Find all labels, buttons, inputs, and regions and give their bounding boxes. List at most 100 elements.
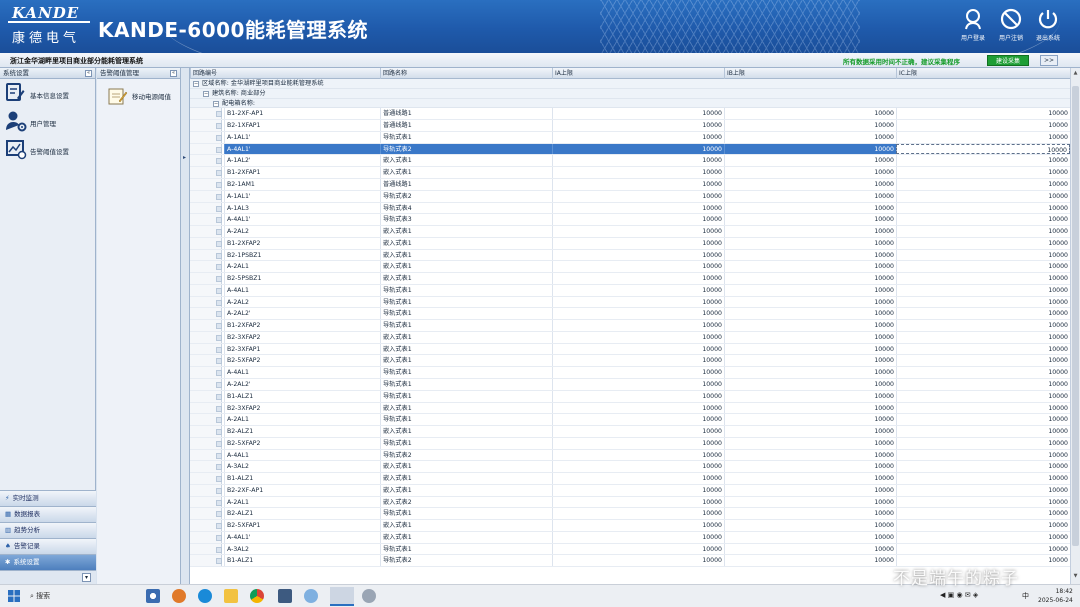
cell-ia-limit[interactable]: 10000 (552, 120, 724, 131)
cell-ia-limit[interactable]: 10000 (552, 473, 724, 484)
cell-ia-limit[interactable]: 10000 (552, 190, 724, 202)
cell-ib-limit[interactable]: 10000 (724, 508, 896, 520)
cell-ic-limit[interactable]: 10000 (896, 484, 1070, 496)
cell-ic-limit[interactable]: 10000 (896, 543, 1070, 555)
cell-ic-limit[interactable]: 10000 (896, 449, 1070, 461)
module-system-settings[interactable]: ✱ 系统设置 (0, 554, 96, 570)
start-collection-button[interactable]: 建设采集 (987, 55, 1029, 66)
cell-ic-limit[interactable]: 10000 (896, 202, 1070, 214)
app-window-icon[interactable] (278, 589, 292, 603)
table-row[interactable]: B2-1PSBZ1 嵌入式表1 10000 10000 10000 (190, 249, 1070, 262)
cell-ib-limit[interactable]: 10000 (724, 226, 896, 237)
cell-ic-limit[interactable]: 10000 (896, 320, 1070, 331)
table-row[interactable]: A-4AL1' 导轨式表3 10000 10000 10000 (190, 214, 1070, 227)
cell-ic-limit[interactable]: 10000 (896, 120, 1070, 131)
table-row[interactable]: A-3AL2 导轨式表1 10000 10000 10000 (190, 543, 1070, 556)
nav-item-alarm-threshold[interactable]: 告警阈值设置 (0, 135, 95, 163)
tool-app-icon[interactable] (362, 589, 376, 603)
group-row-box[interactable]: − 配电箱名称: (190, 98, 1070, 109)
user-logout-button[interactable]: 用户注销 (994, 8, 1028, 48)
table-row[interactable]: A-2AL1 嵌入式表1 10000 10000 10000 (190, 261, 1070, 274)
windows-start-icon[interactable] (8, 590, 20, 602)
cell-ic-limit[interactable]: 10000 (896, 367, 1070, 378)
scrollbar-thumb[interactable] (1072, 86, 1079, 546)
cell-ia-limit[interactable]: 10000 (552, 108, 724, 120)
cell-ic-limit[interactable]: 10000 (896, 355, 1070, 367)
cell-ia-limit[interactable]: 10000 (552, 531, 724, 543)
cell-ib-limit[interactable]: 10000 (724, 143, 896, 155)
cell-ib-limit[interactable]: 10000 (724, 484, 896, 496)
panel-splitter[interactable]: ▸ (181, 68, 190, 584)
table-row[interactable]: B2-3XFAP2 嵌入式表1 10000 10000 10000 (190, 402, 1070, 415)
file-explorer-icon[interactable] (224, 589, 238, 603)
table-row[interactable]: A-2AL1 导轨式表1 10000 10000 10000 (190, 414, 1070, 427)
cell-ia-limit[interactable]: 10000 (552, 320, 724, 331)
cell-ia-limit[interactable]: 10000 (552, 355, 724, 367)
cell-ia-limit[interactable]: 10000 (552, 331, 724, 343)
cell-ib-limit[interactable]: 10000 (724, 320, 896, 331)
table-row[interactable]: A-2AL2 嵌入式表1 10000 10000 10000 (190, 226, 1070, 238)
chrome-browser-icon[interactable] (250, 589, 264, 603)
cell-ic-limit[interactable]: 10000 (896, 143, 1070, 155)
cell-ib-limit[interactable]: 10000 (724, 202, 896, 214)
active-kande-app-icon[interactable] (330, 587, 354, 606)
cell-ia-limit[interactable]: 10000 (552, 484, 724, 496)
cell-ia-limit[interactable]: 10000 (552, 273, 724, 284)
table-row[interactable]: B2-5PSBZ1 嵌入式表1 10000 10000 10000 (190, 273, 1070, 285)
table-row[interactable]: A-1AL1' 导轨式表2 10000 10000 10000 (190, 190, 1070, 203)
group-toggle-icon[interactable]: − (203, 90, 209, 97)
col-header-circuit-id[interactable]: 回路编号 (190, 68, 380, 79)
cell-ib-limit[interactable]: 10000 (724, 473, 896, 484)
cell-ia-limit[interactable]: 10000 (552, 308, 724, 320)
exit-system-button[interactable]: 退出系统 (1031, 8, 1065, 48)
table-row[interactable]: A-3AL2 嵌入式表1 10000 10000 10000 (190, 461, 1070, 474)
cell-ia-limit[interactable]: 10000 (552, 202, 724, 214)
cell-ic-limit[interactable]: 10000 (896, 414, 1070, 426)
cell-ib-limit[interactable]: 10000 (724, 531, 896, 543)
cell-ib-limit[interactable]: 10000 (724, 414, 896, 426)
col-header-ia-limit[interactable]: IA上限 (552, 68, 724, 79)
cell-ia-limit[interactable]: 10000 (552, 414, 724, 426)
cell-ia-limit[interactable]: 10000 (552, 296, 724, 308)
table-row[interactable]: B2-1AM1 普通线路1 10000 10000 10000 (190, 178, 1070, 191)
cell-ib-limit[interactable]: 10000 (724, 120, 896, 131)
cell-ic-limit[interactable]: 10000 (896, 167, 1070, 178)
table-row[interactable]: B2-2XF-AP1 嵌入式表1 10000 10000 10000 (190, 484, 1070, 497)
cell-ib-limit[interactable]: 10000 (724, 426, 896, 437)
cell-ic-limit[interactable]: 10000 (896, 508, 1070, 520)
collapse-left-panel-button[interactable]: « (85, 70, 92, 77)
cell-ia-limit[interactable]: 10000 (552, 214, 724, 226)
cell-ia-limit[interactable]: 10000 (552, 367, 724, 378)
cell-ia-limit[interactable]: 10000 (552, 508, 724, 520)
table-row[interactable]: B2-1XFAP1 普通线路1 10000 10000 10000 (190, 120, 1070, 132)
table-row[interactable]: A-2AL2 导轨式表1 10000 10000 10000 (190, 296, 1070, 309)
cell-ia-limit[interactable]: 10000 (552, 437, 724, 449)
cell-ib-limit[interactable]: 10000 (724, 284, 896, 296)
cell-ic-limit[interactable]: 10000 (896, 190, 1070, 202)
cell-ib-limit[interactable]: 10000 (724, 437, 896, 449)
group-toggle-icon[interactable]: − (213, 100, 219, 107)
expand-button[interactable]: >> (1040, 55, 1058, 66)
cell-ic-limit[interactable]: 10000 (896, 296, 1070, 308)
cell-ib-limit[interactable]: 10000 (724, 249, 896, 261)
cell-ib-limit[interactable]: 10000 (724, 379, 896, 390)
cell-ia-limit[interactable]: 10000 (552, 520, 724, 531)
tray-icons[interactable]: ◀ ▣ ◉ ✉ ◈ (940, 591, 978, 599)
cell-ib-limit[interactable]: 10000 (724, 449, 896, 461)
cell-ic-limit[interactable]: 10000 (896, 496, 1070, 508)
table-row[interactable]: B2-3XFAP1 嵌入式表1 10000 10000 10000 (190, 343, 1070, 356)
cell-ib-limit[interactable]: 10000 (724, 261, 896, 273)
table-row[interactable]: B2-5XFAP1 嵌入式表1 10000 10000 10000 (190, 520, 1070, 532)
table-row[interactable]: B1-2XFAP2 嵌入式表1 10000 10000 10000 (190, 237, 1070, 250)
table-row[interactable]: A-1AL2' 嵌入式表1 10000 10000 10000 (190, 155, 1070, 168)
cell-ib-limit[interactable]: 10000 (724, 390, 896, 402)
module-nav-dropdown-button[interactable]: ▾ (82, 573, 91, 582)
table-row[interactable]: B2-3XFAP2 嵌入式表1 10000 10000 10000 (190, 331, 1070, 344)
cell-ib-limit[interactable]: 10000 (724, 331, 896, 343)
cell-ia-limit[interactable]: 10000 (552, 402, 724, 414)
table-row[interactable]: A-1AL3 导轨式表4 10000 10000 10000 (190, 202, 1070, 215)
cell-ia-limit[interactable]: 10000 (552, 284, 724, 296)
cell-ia-limit[interactable]: 10000 (552, 343, 724, 355)
cell-ib-limit[interactable]: 10000 (724, 543, 896, 555)
cell-ia-limit[interactable]: 10000 (552, 261, 724, 273)
